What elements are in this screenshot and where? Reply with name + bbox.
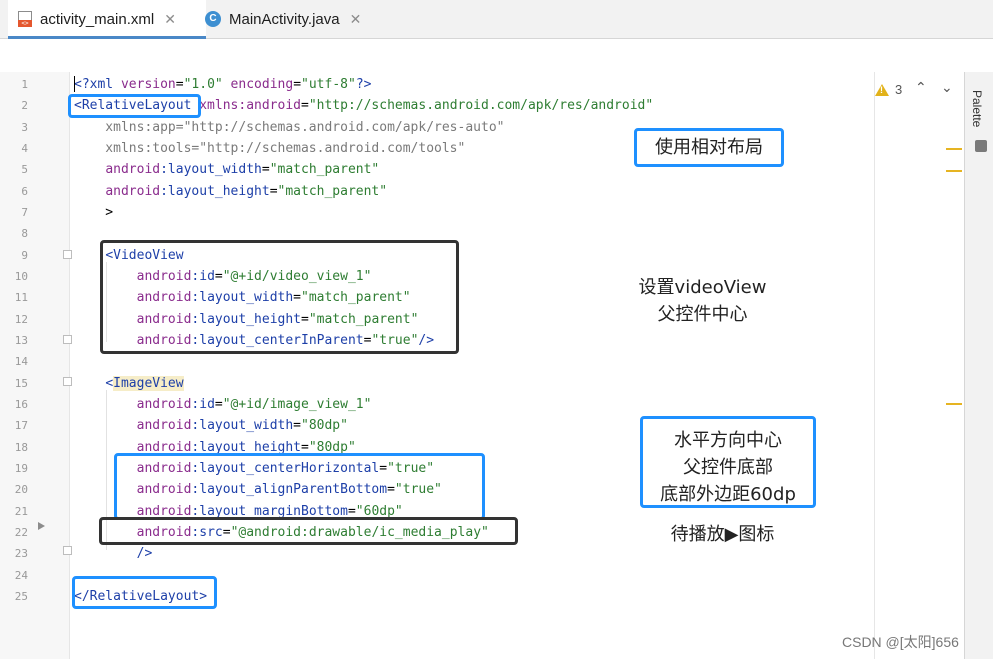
code-token: "utf-8"	[301, 77, 356, 92]
code-token: ImageView	[113, 375, 184, 391]
videoview-note-line: 设置videoView	[638, 277, 767, 298]
code-token: <	[105, 375, 114, 391]
warning-stripe-mark[interactable]	[946, 170, 962, 172]
palette-icon[interactable]	[975, 140, 987, 152]
code-token: =	[269, 183, 278, 199]
imageview-rules-note: 水平方向中心 父控件底部 底部外边距60dp	[640, 416, 816, 508]
code-token: android	[105, 162, 161, 178]
src-highlight-box	[99, 517, 518, 545]
text-caret	[74, 76, 75, 92]
imageview-note-line: 父控件底部	[683, 457, 773, 478]
code-line[interactable]: >	[74, 202, 113, 223]
closing-tag-highlight-box	[72, 576, 217, 609]
code-token: =	[214, 396, 223, 412]
code-line[interactable]: <?xml version="1.0" encoding="utf-8"?>	[74, 74, 371, 95]
code-token: android	[136, 396, 192, 412]
videoview-highlight-box	[100, 240, 459, 354]
java-class-icon: C	[205, 11, 221, 27]
code-token: <?xml	[74, 77, 121, 92]
tab-label: MainActivity.java	[229, 10, 340, 28]
editor-tab-bar: <> activity_main.xml ✕ C MainActivity.ja…	[0, 0, 993, 39]
watermark: CSDN @[太阳]656	[842, 634, 959, 650]
code-token: =	[300, 98, 309, 114]
code-token: ?>	[355, 77, 372, 92]
code-line[interactable]: android:id="@+id/image_view_1"	[74, 394, 372, 415]
code-line[interactable]: />	[74, 543, 153, 564]
code-token: "1.0"	[183, 77, 223, 92]
code-line[interactable]: android:layout_width="match_parent"	[74, 159, 379, 180]
code-token: encoding	[222, 77, 294, 92]
xml-file-icon: <>	[18, 11, 32, 27]
close-tab-icon[interactable]: ✕	[164, 11, 176, 28]
warning-count: 3	[895, 82, 903, 97]
warning-stripe-mark[interactable]	[946, 403, 962, 405]
warning-indicator[interactable]: 3	[875, 82, 902, 97]
code-token: =	[293, 418, 301, 434]
code-token: android	[105, 183, 161, 199]
videoview-note-line: 父控件中心	[657, 304, 748, 325]
tab-label: activity_main.xml	[40, 10, 155, 28]
next-highlight-icon[interactable]: ⌄	[941, 80, 953, 96]
code-token: =	[261, 162, 270, 178]
tab-main-activity-java[interactable]: C MainActivity.java ✕	[205, 0, 385, 38]
code-line[interactable]: <ImageView	[74, 373, 184, 394]
code-token: "@+id/image_view_1"	[222, 396, 372, 412]
code-token: =	[293, 77, 302, 92]
inspection-strip	[874, 72, 965, 659]
side-tool-strip	[964, 72, 993, 659]
code-line[interactable]: android:layout_height="match_parent"	[74, 181, 387, 202]
code-token: :id	[191, 396, 215, 412]
code-token: :layout_height	[160, 183, 270, 199]
imageview-note-line: 底部外边距60dp	[660, 484, 796, 505]
code-token: "match_parent"	[269, 162, 380, 178]
code-token: xmlns:tools="http://schemas.android.com/…	[74, 140, 466, 156]
previous-highlight-icon[interactable]: ⌃	[915, 80, 927, 96]
code-line[interactable]: xmlns:tools="http://schemas.android.com/…	[74, 138, 465, 159]
editor-toolbar-area	[0, 39, 993, 72]
tab-activity-main-xml[interactable]: <> activity_main.xml ✕	[8, 0, 206, 39]
code-line[interactable]: android:layout_width="80dp"	[74, 415, 348, 436]
code-token: "http://schemas.android.com/apk/res/andr…	[308, 98, 654, 114]
imageview-note-line: 水平方向中心	[674, 430, 782, 451]
warning-stripe-mark[interactable]	[946, 148, 962, 150]
code-token: version	[120, 77, 176, 92]
layout-rules-highlight-box	[114, 453, 485, 520]
relativelayout-highlight-box	[68, 94, 201, 118]
code-token: xmlns:android	[199, 98, 301, 114]
relative-layout-note: 使用相对布局	[634, 128, 784, 167]
code-token: :layout_width	[191, 418, 294, 434]
code-token: android	[136, 418, 192, 434]
code-line[interactable]: xmlns:app="http://schemas.android.com/ap…	[74, 117, 504, 138]
warning-icon	[875, 83, 889, 96]
close-tab-icon[interactable]: ✕	[350, 11, 362, 28]
code-token: xmlns:app="http://schemas.android.com/ap…	[74, 119, 505, 135]
code-token: />	[136, 546, 153, 562]
palette-tool-button[interactable]: Palette	[970, 90, 984, 127]
code-token: :layout_width	[160, 162, 262, 178]
play-icon-note: 待播放▶图标	[670, 524, 775, 545]
code-token: >	[74, 204, 114, 220]
code-token: =	[175, 77, 184, 92]
videoview-note: 设置videoView 父控件中心	[620, 274, 785, 328]
code-token: "80dp"	[301, 418, 348, 434]
code-token: "match_parent"	[277, 183, 388, 199]
